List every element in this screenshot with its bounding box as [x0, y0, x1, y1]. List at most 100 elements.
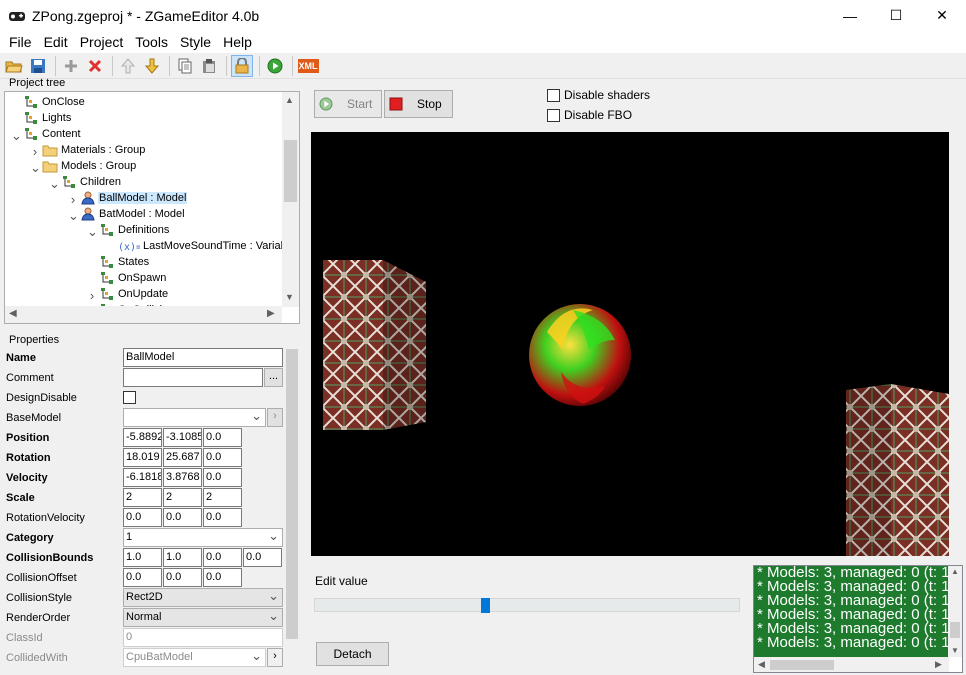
property-combo[interactable]: ⌄ [123, 408, 266, 427]
preview-viewport[interactable] [311, 132, 949, 556]
property-value-input[interactable]: BallModel [123, 348, 283, 367]
menu-edit[interactable]: Edit [38, 34, 74, 50]
vector-component-input[interactable]: 3.8768 [163, 468, 202, 487]
vector-component-input[interactable]: 0.0 [203, 448, 242, 467]
menu-project[interactable]: Project [74, 34, 130, 50]
vector-component-input[interactable]: -5.8892 [123, 428, 162, 447]
tree-item[interactable]: Models : Group [42, 158, 137, 174]
tree-item[interactable]: Content [23, 126, 82, 142]
tree-item[interactable]: OnClose [23, 94, 86, 110]
disable-shaders-checkbox[interactable] [547, 88, 560, 102]
scroll-up-icon[interactable]: ▲ [951, 567, 959, 576]
vector-component-input[interactable]: 2 [203, 488, 242, 507]
tree-item[interactable]: States [99, 254, 150, 270]
chevron-down-icon[interactable]: ⌄ [87, 224, 98, 240]
detach-button[interactable]: Detach [316, 642, 389, 666]
tree-item[interactable]: Materials : Group [42, 142, 146, 158]
tree-item[interactable]: Definitions [99, 222, 170, 238]
scroll-left-icon[interactable]: ◀ [9, 308, 17, 319]
stop-button[interactable]: Stop [384, 90, 453, 118]
tree-vertical-scrollbar[interactable]: ▲ ▼ [282, 92, 299, 307]
slider-thumb[interactable] [481, 598, 490, 613]
chevron-down-icon[interactable]: ⌄ [11, 128, 22, 144]
scroll-left-icon[interactable]: ◀ [758, 659, 765, 670]
move-down-button[interactable] [141, 55, 163, 77]
tree-scroll-thumb[interactable] [284, 140, 297, 202]
maximize-button[interactable]: ☐ [873, 0, 919, 31]
property-checkbox[interactable] [123, 391, 136, 404]
property-combo[interactable]: 1 ⌄ [123, 528, 283, 547]
log-hscroll-thumb[interactable] [770, 660, 834, 670]
chevron-right-icon[interactable]: › [87, 288, 97, 303]
vector-component-input[interactable]: 0.0 [203, 468, 242, 487]
log-vertical-scrollbar[interactable]: ▲ ▼ [948, 566, 962, 657]
vector-component-input[interactable]: -6.1818 [123, 468, 162, 487]
menu-style[interactable]: Style [174, 34, 217, 50]
menu-help[interactable]: Help [217, 34, 258, 50]
scroll-down-icon[interactable]: ▼ [951, 646, 959, 655]
vector-component-input[interactable]: 0.0 [203, 508, 242, 527]
go-to-reference-button[interactable]: › [267, 408, 283, 427]
vector-component-input[interactable]: 0.0 [123, 508, 162, 527]
disable-fbo-option[interactable]: Disable FBO [547, 108, 632, 122]
log-panel[interactable]: * Models: 3, managed: 0 (t: 13 * Models: … [753, 565, 963, 673]
lock-button[interactable] [231, 54, 253, 77]
chevron-down-icon[interactable]: ⌄ [68, 208, 79, 224]
xml-button[interactable]: XML [297, 55, 319, 77]
edit-value-slider[interactable] [314, 598, 740, 613]
chevron-down-icon[interactable]: ⌄ [49, 176, 60, 192]
vector-component-input[interactable]: 0.0 [163, 568, 202, 587]
scroll-down-icon[interactable]: ▼ [285, 292, 294, 302]
tree-item[interactable]: OnSpawn [99, 270, 167, 286]
property-value-input[interactable] [123, 368, 263, 387]
vector-component-input[interactable]: 0.0 [123, 568, 162, 587]
property-value-input[interactable]: 0 [123, 628, 283, 647]
tree-item[interactable]: Lights [23, 110, 72, 126]
scroll-right-icon[interactable]: ▶ [935, 659, 942, 670]
scroll-up-icon[interactable]: ▲ [285, 95, 294, 105]
minimize-button[interactable]: — [827, 0, 873, 31]
tree-item[interactable]: (x)= LastMoveSoundTime : Variab [118, 238, 288, 254]
tree-item[interactable]: BallModel : Model [80, 190, 188, 206]
tree-horizontal-scrollbar[interactable]: ◀ ▶ [5, 306, 282, 323]
add-button[interactable] [60, 55, 82, 77]
properties-scrollbar[interactable] [284, 346, 300, 672]
vector-component-input[interactable]: 1.0 [123, 548, 162, 567]
close-button[interactable]: ✕ [919, 0, 965, 31]
disable-shaders-option[interactable]: Disable shaders [547, 88, 650, 102]
chevron-down-icon[interactable]: ⌄ [30, 160, 41, 176]
tree-item[interactable]: BatModel : Model [80, 206, 186, 222]
open-button[interactable] [3, 55, 25, 77]
vector-component-input[interactable]: -3.1085 [163, 428, 202, 447]
project-tree[interactable]: OnClose Lights ⌄ Content › Materials : Group ⌄… [4, 91, 300, 324]
delete-button[interactable] [84, 55, 106, 77]
save-button[interactable] [27, 55, 49, 77]
chevron-right-icon[interactable]: › [30, 144, 40, 159]
vector-component-input[interactable]: 0.0 [203, 568, 242, 587]
vector-component-input[interactable]: 0.0 [203, 548, 242, 567]
ellipsis-button[interactable]: ... [264, 368, 283, 387]
property-combo[interactable]: CpuBatModel ⌄ [123, 648, 266, 667]
property-combo[interactable]: Normal ⌄ [123, 608, 283, 627]
chevron-right-icon[interactable]: › [68, 192, 78, 207]
vector-component-input[interactable]: 0.0 [243, 548, 282, 567]
scroll-right-icon[interactable]: ▶ [267, 308, 275, 319]
log-scroll-thumb[interactable] [950, 622, 960, 638]
vector-component-input[interactable]: 18.019 [123, 448, 162, 467]
log-horizontal-scrollbar[interactable]: ◀ ▶ [754, 657, 949, 672]
vector-component-input[interactable]: 0.0 [203, 428, 242, 447]
tree-item[interactable]: OnUpdate [99, 286, 169, 302]
start-button[interactable]: Start [314, 90, 382, 118]
move-up-button[interactable] [117, 55, 139, 77]
properties-scroll-thumb[interactable] [286, 349, 298, 639]
vector-component-input[interactable]: 2 [123, 488, 162, 507]
vector-component-input[interactable]: 1.0 [163, 548, 202, 567]
vector-component-input[interactable]: 25.687 [163, 448, 202, 467]
vector-component-input[interactable]: 2 [163, 488, 202, 507]
property-combo[interactable]: Rect2D ⌄ [123, 588, 283, 607]
disable-fbo-checkbox[interactable] [547, 108, 560, 122]
go-to-reference-button[interactable]: › [267, 648, 283, 667]
tree-item[interactable]: Children [61, 174, 122, 190]
copy-button[interactable] [174, 55, 196, 77]
vector-component-input[interactable]: 0.0 [163, 508, 202, 527]
